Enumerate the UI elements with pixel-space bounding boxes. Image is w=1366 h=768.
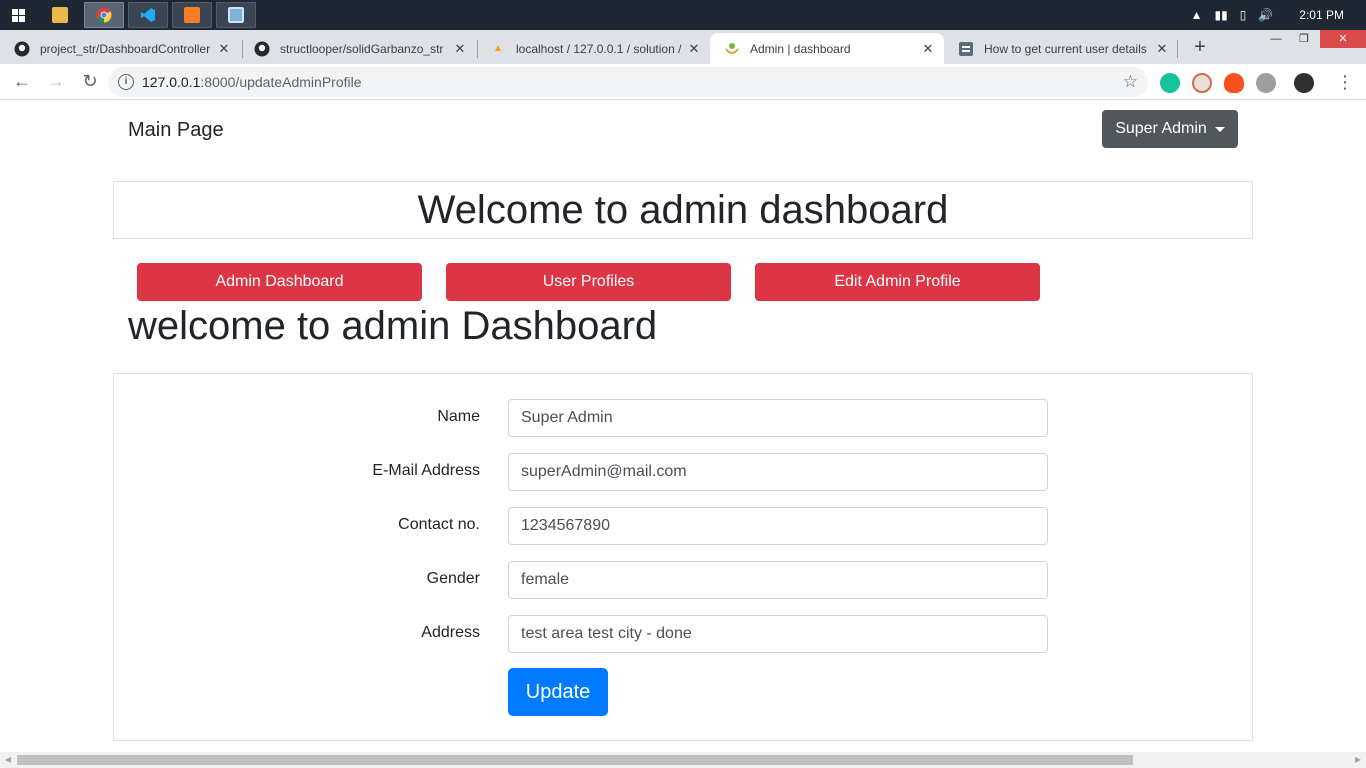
chrome-icon [96,7,112,23]
scrollbar-thumb[interactable] [17,755,1133,765]
caret-down-icon [1214,126,1225,132]
url-text[interactable]: 127.0.0.1:8000/updateAdminProfile [142,74,362,90]
close-icon[interactable]: ✕ [920,41,936,57]
taskbar-file-explorer[interactable] [40,2,80,28]
close-icon[interactable]: ✕ [216,41,232,57]
grammarly-icon[interactable] [1160,72,1180,93]
taskbar-window-app[interactable] [216,2,256,28]
close-icon[interactable]: ✕ [686,41,702,57]
page-content: Main Page Super Admin Welcome to admin d… [0,100,1366,752]
tab-title: project_str/DashboardController [40,41,211,56]
battery-icon[interactable]: ▯ [1240,8,1247,22]
reload-icon[interactable]: ↻ [74,66,106,98]
admin-nav-buttons: Admin Dashboard User Profiles Edit Admin… [137,263,1040,301]
tab-title: Admin | dashboard [750,41,851,56]
new-tab-button[interactable]: + [1188,36,1212,60]
taskbar-vscode[interactable] [128,2,168,28]
back-arrow-icon[interactable]: ← [6,66,38,98]
tab-stackoverflow[interactable]: How to get current user details ✕ [944,33,1178,64]
navbar-brand[interactable]: Main Page [128,119,224,142]
address-field[interactable]: test area test city - done [508,615,1048,653]
tray-arrow-icon[interactable]: ▲ [1191,8,1203,22]
tab-strip: project_str/DashboardController ✕ struct… [0,30,1366,64]
fire-icon[interactable] [1224,72,1244,93]
email-row: E-Mail Address superAdmin@mail.com [114,453,1254,491]
window-icon [228,7,244,23]
url-path: :8000/updateAdminProfile [200,74,362,90]
hero-banner: Welcome to admin dashboard [113,181,1253,239]
name-row: Name Super Admin [114,399,1254,437]
github-icon [14,41,30,57]
windows-logo-icon [11,8,25,22]
tab-separator [1177,40,1178,58]
volume-icon[interactable]: 🔊 [1258,8,1273,22]
minimize-icon[interactable]: — [1262,30,1290,48]
name-field[interactable]: Super Admin [508,399,1048,437]
taskbar-chrome[interactable] [84,2,124,28]
close-icon[interactable]: ✕ [1154,41,1170,57]
address-bar[interactable]: i 127.0.0.1:8000/updateAdminProfile ☆ [108,67,1148,97]
page-title: welcome to admin Dashboard [128,304,658,348]
tab-title: localhost / 127.0.0.1 / solution / [516,41,682,56]
start-button[interactable] [0,0,36,30]
scroll-left-icon[interactable]: ◀ [0,752,16,768]
url-host: 127.0.0.1 [142,74,201,90]
scroll-right-icon[interactable]: ▶ [1350,752,1366,768]
phpmyadmin-icon: ▲ [493,43,503,54]
windows-taskbar: ▲ ▮▮ ▯ 🔊 2:01 PM [0,0,1366,30]
stackoverflow-icon [958,41,974,57]
admin-dashboard-button[interactable]: Admin Dashboard [137,263,422,301]
email-field[interactable]: superAdmin@mail.com [508,453,1048,491]
gender-field[interactable]: female [508,561,1048,599]
contact-row: Contact no. 1234567890 [114,507,1254,545]
vscode-icon [141,8,155,22]
tab-phpmyadmin[interactable]: ▲ localhost / 127.0.0.1 / solution / ✕ [476,33,710,64]
system-tray: ▲ ▮▮ ▯ 🔊 2:01 PM [1191,8,1366,22]
email-label: E-Mail Address [372,462,480,479]
info-icon[interactable]: i [118,74,134,90]
horizontal-scrollbar[interactable]: ◀ ▶ [0,752,1366,768]
user-profiles-button[interactable]: User Profiles [446,263,731,301]
contact-field[interactable]: 1234567890 [508,507,1048,545]
contact-label: Contact no. [398,516,480,533]
taskbar-xampp[interactable] [172,2,212,28]
address-label: Address [421,624,480,641]
tab-dashboard-controller[interactable]: project_str/DashboardController ✕ [0,33,240,64]
star-icon[interactable]: ☆ [1123,72,1138,92]
hero-title: Welcome to admin dashboard [417,187,949,232]
tab-title: How to get current user details [984,41,1147,56]
menu-icon[interactable]: ⋮ [1336,72,1354,93]
gender-row: Gender female [114,561,1254,599]
extensions: ⋮ [1160,72,1354,93]
close-icon[interactable]: ✕ [452,41,468,57]
name-label: Name [437,408,480,425]
gear-icon[interactable] [1256,72,1276,93]
site-logo-icon [724,41,740,57]
edit-admin-profile-button[interactable]: Edit Admin Profile [755,263,1040,301]
xampp-icon [184,7,200,23]
tab-admin-dashboard[interactable]: Admin | dashboard ✕ [710,33,944,64]
forward-arrow-icon[interactable]: → [40,66,72,98]
update-button[interactable]: Update [508,668,608,716]
user-menu-label: Super Admin [1115,120,1207,137]
clock[interactable]: 2:01 PM [1299,8,1344,22]
tab-title: structlooper/solidGarbanzo_str [280,41,444,56]
folder-icon [52,7,68,23]
github-icon [254,41,270,57]
profile-avatar-icon[interactable] [1294,72,1314,93]
browser-toolbar: ← → ↻ i 127.0.0.1:8000/updateAdminProfil… [0,64,1366,100]
signal-icon[interactable]: ▮▮ [1215,8,1228,22]
restore-icon[interactable]: ❐ [1290,30,1318,48]
user-menu-dropdown[interactable]: Super Admin [1102,110,1238,148]
gender-label: Gender [426,570,480,587]
window-close-icon[interactable]: ✕ [1320,30,1366,48]
extension-icon[interactable] [1192,72,1212,93]
address-row: Address test area test city - done [114,615,1254,653]
tab-solid-garbanzo[interactable]: structlooper/solidGarbanzo_str ✕ [240,33,476,64]
profile-form: Name Super Admin E-Mail Address superAdm… [113,373,1253,741]
